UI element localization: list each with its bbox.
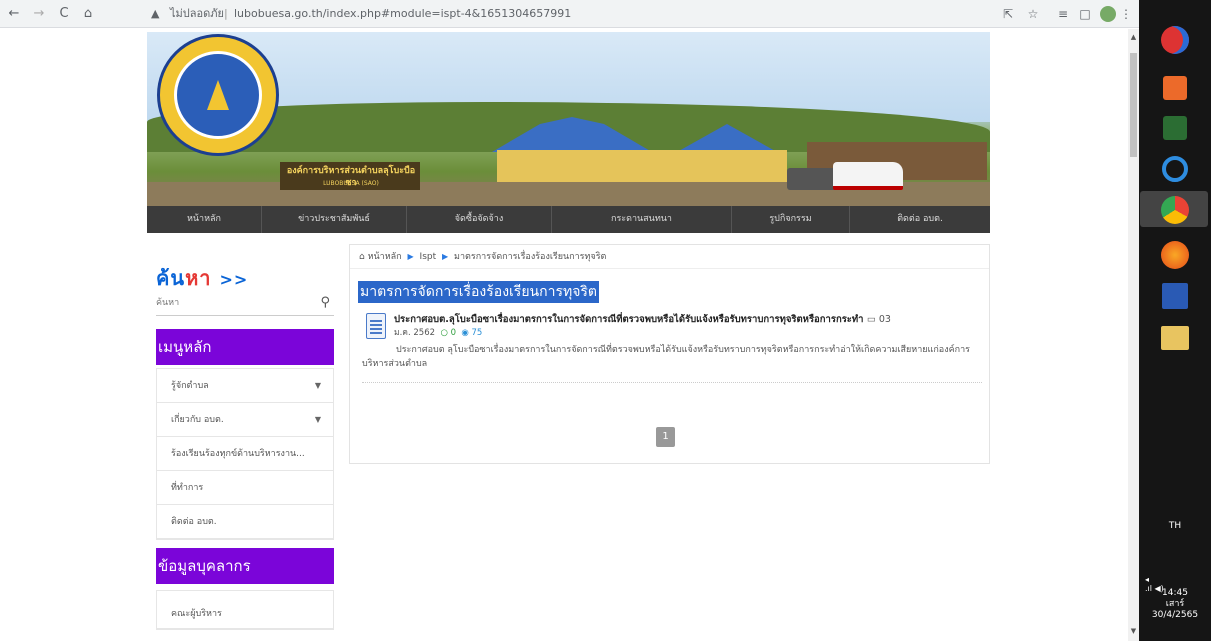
browser-360-icon[interactable] xyxy=(1161,26,1189,54)
search-icon[interactable]: ⚲ xyxy=(320,290,330,316)
nav-forum[interactable]: กระดานสนทนา xyxy=(552,206,732,233)
comment-icon: ○ xyxy=(440,328,448,338)
main-menu: รู้จักตำบล ▼ เกี่ยวกับ อบต. ▼ ร้องเรียนร้อ… xyxy=(156,368,334,540)
side-panel-icon[interactable]: □ xyxy=(1077,6,1093,22)
nav-gallery[interactable]: รูปกิจกรรม xyxy=(732,206,850,233)
browser-window: ← → C ⌂ ▲ ไม่ปลอดภัย | lubobuesa.go.th/i… xyxy=(0,0,1145,641)
nav-home[interactable]: หน้าหลัก xyxy=(147,206,262,233)
menu-item-complaints[interactable]: ร้องเรียนร้องทุกข์ด้านบริหารงาน... xyxy=(157,437,333,471)
clock-day: เสาร์ xyxy=(1165,599,1185,609)
sidebar: ค้นหา >> ค้นหา ⚲ เมนูหลัก รู้จักตำบล ▼ เก… xyxy=(147,244,340,641)
pagination-page[interactable]: 1 xyxy=(656,427,675,447)
document-icon xyxy=(366,313,386,339)
eye-icon: ◉ xyxy=(461,328,469,338)
breadcrumb-ispt[interactable]: Ispt xyxy=(420,252,437,262)
word-icon[interactable] xyxy=(1162,283,1188,309)
org-name-en: LUBOBUESA (SAO) xyxy=(323,180,379,187)
clock-date: 30/4/2565 xyxy=(1151,610,1199,620)
home-icon[interactable]: ⌂ xyxy=(359,252,365,262)
caret-right-icon: ▶ xyxy=(407,252,414,261)
reload-icon[interactable]: C xyxy=(56,6,72,22)
reading-list-icon[interactable]: ≡ xyxy=(1055,6,1071,22)
menu-item-about-subdistrict[interactable]: รู้จักตำบล ▼ xyxy=(157,369,333,403)
post-day: 03 xyxy=(878,314,891,325)
scroll-down-icon[interactable]: ▼ xyxy=(1130,627,1137,635)
clock-time: 14:45 xyxy=(1162,588,1188,598)
main-nav: หน้าหลัก ข่าวประชาสัมพันธ์ จัดซื้อจัดจ้า… xyxy=(147,206,990,233)
menu-item-about-sao[interactable]: เกี่ยวกับ อบต. ▼ xyxy=(157,403,333,437)
post-title[interactable]: ประกาศอบต.ลุโบะบือซาเรื่องมาตรการในการจั… xyxy=(394,314,864,325)
page-viewport: องค์การบริหารส่วนตำบลลุโบะบือซา LUBOBUES… xyxy=(0,29,1128,641)
staff-menu: คณะผู้บริหาร xyxy=(156,590,334,630)
search-placeholder: ค้นหา xyxy=(156,298,180,308)
media-player-icon[interactable] xyxy=(1163,76,1187,100)
breadcrumb-current: มาตรการจัดการเรื่องร้องเรียนการทุจริต xyxy=(454,252,607,262)
search-input[interactable]: ค้นหา ⚲ xyxy=(156,290,334,316)
scroll-up-icon[interactable]: ▲ xyxy=(1130,33,1137,41)
internet-explorer-icon[interactable] xyxy=(1162,156,1188,182)
not-secure-label[interactable]: ไม่ปลอดภัย xyxy=(170,3,224,25)
breadcrumb: ⌂ หน้าหลัก ▶ Ispt ▶ มาตรการจัดการเรื่องร… xyxy=(350,245,989,269)
profile-avatar[interactable] xyxy=(1100,6,1116,22)
page-title: มาตรการจัดการเรื่องร้องเรียนการทุจริต xyxy=(358,281,600,303)
address-separator: | xyxy=(224,7,228,20)
content-panel: ⌂ หน้าหลัก ▶ Ispt ▶ มาตรการจัดการเรื่องร… xyxy=(349,244,990,464)
org-logo xyxy=(157,34,279,156)
comment-count: 0 xyxy=(450,328,456,338)
browser-toolbar: ← → C ⌂ ▲ ไม่ปลอดภัย | lubobuesa.go.th/i… xyxy=(0,0,1145,28)
clock[interactable]: 14:45 เสาร์ 30/4/2565 xyxy=(1139,588,1211,621)
forward-icon[interactable]: → xyxy=(31,6,47,22)
menu-item-executives[interactable]: คณะผู้บริหาร xyxy=(157,591,333,629)
language-indicator[interactable]: TH xyxy=(1139,521,1211,531)
post-meta: ม.ค. 2562 ○ 0 ◉ 75 xyxy=(394,327,482,340)
vertical-scrollbar[interactable]: ▲ ▼ xyxy=(1128,29,1139,641)
menu-kebab-icon[interactable]: ⋮ xyxy=(1118,6,1134,22)
warning-icon[interactable]: ▲ xyxy=(151,3,159,25)
windows-taskbar: TH ◂ .ıl ◀) 14:45 เสาร์ 30/4/2565 xyxy=(1139,0,1211,641)
breadcrumb-home[interactable]: หน้าหลัก xyxy=(368,252,402,262)
share-icon[interactable]: ⇱ xyxy=(1000,6,1016,22)
file-explorer-icon[interactable] xyxy=(1161,326,1189,350)
nav-news[interactable]: ข่าวประชาสัมพันธ์ xyxy=(262,206,407,233)
list-item: ประกาศอบต.ลุโบะบือซาเรื่องมาตรการในการจั… xyxy=(362,311,982,383)
staff-menu-header: ข้อมูลบุคลากร xyxy=(156,548,334,584)
firefox-icon[interactable] xyxy=(1161,241,1189,269)
post-title-line: ประกาศอบต.ลุโบะบือซาเรื่องมาตรการในการจั… xyxy=(394,313,994,326)
nav-procurement[interactable]: จัดซื้อจัดจ้าง xyxy=(407,206,552,233)
home-icon[interactable]: ⌂ xyxy=(80,6,96,22)
chevron-down-icon[interactable]: ▼ xyxy=(315,369,321,402)
back-icon[interactable]: ← xyxy=(6,6,22,22)
main-menu-header: เมนูหลัก xyxy=(156,329,334,365)
chrome-icon[interactable] xyxy=(1161,196,1189,224)
banner-ambulance xyxy=(833,162,903,190)
nav-contact[interactable]: ติดต่อ อบต. xyxy=(850,206,990,233)
url-text[interactable]: lubobuesa.go.th/index.php#module=ispt-4&… xyxy=(234,3,571,25)
banner-truck xyxy=(787,168,837,190)
app-icon[interactable] xyxy=(1163,116,1187,140)
menu-item-contact[interactable]: ติดต่อ อบต. xyxy=(157,505,333,539)
address-bar[interactable]: ▲ ไม่ปลอดภัย | lubobuesa.go.th/index.php… xyxy=(145,3,1145,25)
chevron-down-icon[interactable]: ▼ xyxy=(315,403,321,436)
header-banner: องค์การบริหารส่วนตำบลลุโบะบือซา LUBOBUES… xyxy=(147,32,990,206)
post-date: ม.ค. 2562 xyxy=(394,328,436,338)
scrollbar-thumb[interactable] xyxy=(1130,53,1137,157)
caret-right-icon: ▶ xyxy=(442,252,449,261)
post-excerpt: ประกาศอบต ลุโบะบือซาเรื่องมาตรการในการจั… xyxy=(362,345,970,369)
bookmark-star-icon[interactable]: ☆ xyxy=(1025,6,1041,22)
calendar-icon: ▭ xyxy=(866,314,876,325)
view-count: 75 xyxy=(471,328,483,338)
menu-item-office[interactable]: ที่ทำการ xyxy=(157,471,333,505)
